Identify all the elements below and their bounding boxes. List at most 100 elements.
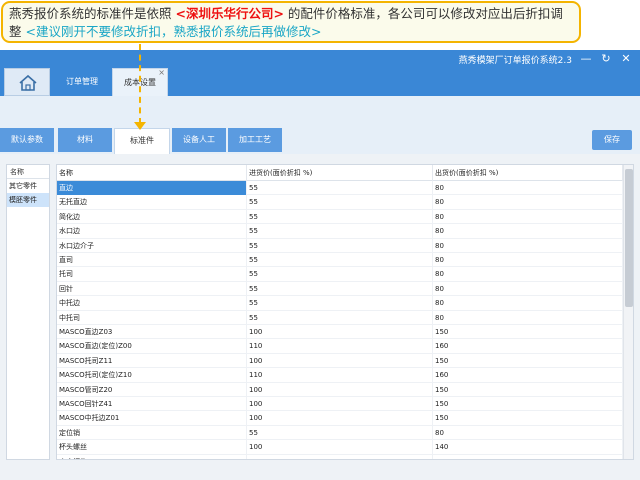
- tab-close-icon[interactable]: ×: [158, 59, 165, 87]
- cell-sale-discount[interactable]: 150: [433, 397, 623, 411]
- cell-purchase-discount[interactable]: 100: [247, 397, 433, 411]
- cell-sale-discount[interactable]: 80: [433, 209, 623, 224]
- table-row[interactable]: 托司 55 80: [57, 267, 623, 282]
- cell-purchase-discount[interactable]: 55: [247, 296, 433, 311]
- cell-sale-discount[interactable]: 150: [433, 411, 623, 426]
- cell-name[interactable]: MASCO回针Z41: [57, 397, 247, 411]
- table-row[interactable]: 定位销 55 80: [57, 425, 623, 441]
- cell-name[interactable]: 直边: [57, 181, 247, 195]
- table-row[interactable]: 水口边 55 80: [57, 224, 623, 239]
- cell-purchase-discount[interactable]: 55: [247, 181, 433, 195]
- table-row[interactable]: MASCO托司(定位)Z10 110 160: [57, 368, 623, 383]
- subtab-equipment-labor[interactable]: 设备人工: [172, 128, 226, 152]
- cell-name[interactable]: 直司: [57, 253, 247, 267]
- cell-purchase-discount[interactable]: 100: [247, 454, 433, 459]
- cell-sale-discount[interactable]: 80: [433, 267, 623, 282]
- cell-purchase-discount[interactable]: 100: [247, 325, 433, 339]
- save-button[interactable]: 保存: [592, 130, 632, 150]
- table-row[interactable]: 直边 55 80: [57, 181, 623, 196]
- table-row[interactable]: 底座杯头100140: [57, 454, 623, 459]
- table-row[interactable]: 简化边 55 80: [57, 209, 623, 225]
- cell-sale-discount[interactable]: 160: [433, 368, 623, 383]
- table-row[interactable]: MASCO直边(定位)Z00 110 160: [57, 339, 623, 354]
- cell-sale-discount[interactable]: 80: [433, 224, 623, 239]
- cell-purchase-discount[interactable]: 110: [247, 339, 433, 354]
- table-row[interactable]: 回针 55 80: [57, 281, 623, 297]
- col-header-sale[interactable]: 出货价(面价折扣 %): [433, 165, 623, 181]
- cell-name[interactable]: 回针: [57, 281, 247, 296]
- cell-purchase-discount[interactable]: 100: [247, 411, 433, 426]
- cell-sale-discount[interactable]: 140: [433, 440, 623, 455]
- vertical-scrollbar[interactable]: [623, 165, 633, 459]
- cell-purchase-discount[interactable]: 55: [247, 267, 433, 282]
- cell-sale-discount[interactable]: 80: [433, 253, 623, 267]
- table-row[interactable]: 直司 55 80: [57, 253, 623, 268]
- cell-purchase-discount[interactable]: 55: [247, 224, 433, 239]
- cell-purchase-discount[interactable]: 55: [247, 195, 433, 210]
- cell-name[interactable]: MASCO中托边Z01: [57, 411, 247, 426]
- cell-name[interactable]: MASCO直边Z03: [57, 325, 247, 339]
- subtab-materials[interactable]: 材料: [58, 128, 112, 152]
- table-row[interactable]: MASCO管司Z20 100 150: [57, 382, 623, 397]
- cell-purchase-discount[interactable]: 55: [247, 253, 433, 267]
- table-row[interactable]: 无托直边 55 80: [57, 195, 623, 210]
- cell-sale-discount[interactable]: 80: [433, 238, 623, 253]
- cell-sale-discount[interactable]: 140: [433, 454, 623, 459]
- close-window-button[interactable]: ✕: [618, 51, 634, 67]
- table-row[interactable]: MASCO直边Z03 100 150: [57, 325, 623, 340]
- cell-purchase-discount[interactable]: 55: [247, 425, 433, 440]
- cell-purchase-discount[interactable]: 110: [247, 368, 433, 383]
- cell-sale-discount[interactable]: 80: [433, 181, 623, 195]
- cell-sale-discount[interactable]: 150: [433, 353, 623, 368]
- table-row[interactable]: 水口边介子 55 80: [57, 238, 623, 253]
- cell-purchase-discount[interactable]: 55: [247, 310, 433, 325]
- subtab-processing[interactable]: 加工工艺: [228, 128, 282, 152]
- cell-name[interactable]: 底座杯头: [57, 454, 247, 459]
- cell-name[interactable]: 简化边: [57, 209, 247, 224]
- cell-purchase-discount[interactable]: 55: [247, 281, 433, 296]
- table-row[interactable]: MASCO托司Z11 100 150: [57, 353, 623, 369]
- cell-sale-discount[interactable]: 150: [433, 382, 623, 397]
- cell-name[interactable]: MASCO托司Z11: [57, 353, 247, 368]
- table-row[interactable]: MASCO回针Z41 100 150: [57, 397, 623, 412]
- cell-name[interactable]: 杯头螺丝: [57, 440, 247, 455]
- cell-sale-discount[interactable]: 160: [433, 339, 623, 354]
- cell-name[interactable]: 定位销: [57, 425, 247, 440]
- table-row[interactable]: 中托边 55 80: [57, 296, 623, 311]
- cell-purchase-discount[interactable]: 100: [247, 353, 433, 368]
- restore-button[interactable]: ↻: [598, 51, 614, 67]
- cell-sale-discount[interactable]: 80: [433, 425, 623, 440]
- home-icon: [19, 74, 37, 91]
- minimize-button[interactable]: —: [578, 51, 594, 67]
- col-header-purchase[interactable]: 进货价(面价折扣 %): [247, 165, 433, 181]
- table-row[interactable]: MASCO中托边Z01 100 150: [57, 411, 623, 426]
- cell-sale-discount[interactable]: 80: [433, 195, 623, 210]
- cell-sale-discount[interactable]: 80: [433, 310, 623, 325]
- cell-purchase-discount[interactable]: 100: [247, 440, 433, 455]
- table-row[interactable]: 中托司 55 80: [57, 310, 623, 325]
- cell-purchase-discount[interactable]: 55: [247, 238, 433, 253]
- cell-name[interactable]: MASCO管司Z20: [57, 382, 247, 397]
- cell-sale-discount[interactable]: 80: [433, 281, 623, 296]
- category-item-moldbase[interactable]: 模胚零件: [7, 193, 49, 207]
- cell-name[interactable]: MASCO直边(定位)Z00: [57, 339, 247, 354]
- cell-name[interactable]: 托司: [57, 267, 247, 282]
- subtab-standard-parts[interactable]: 标准件: [114, 128, 170, 154]
- cell-sale-discount[interactable]: 150: [433, 325, 623, 339]
- home-button[interactable]: [4, 68, 50, 96]
- cell-name[interactable]: 中托边: [57, 296, 247, 311]
- tab-order-management[interactable]: 订单管理: [54, 68, 110, 96]
- subtab-default-params[interactable]: 默认参数: [0, 128, 54, 152]
- cell-name[interactable]: MASCO托司(定位)Z10: [57, 368, 247, 383]
- table-row[interactable]: 杯头螺丝 100 140: [57, 440, 623, 455]
- cell-purchase-discount[interactable]: 100: [247, 382, 433, 397]
- cell-name[interactable]: 水口边: [57, 224, 247, 239]
- cell-purchase-discount[interactable]: 55: [247, 209, 433, 224]
- cell-name[interactable]: 无托直边: [57, 195, 247, 210]
- cell-name[interactable]: 中托司: [57, 310, 247, 325]
- category-item-other[interactable]: 其它零件: [7, 179, 49, 193]
- scrollbar-thumb[interactable]: [625, 169, 633, 307]
- cell-name[interactable]: 水口边介子: [57, 238, 247, 253]
- col-header-name[interactable]: 名称: [57, 165, 247, 181]
- cell-sale-discount[interactable]: 80: [433, 296, 623, 311]
